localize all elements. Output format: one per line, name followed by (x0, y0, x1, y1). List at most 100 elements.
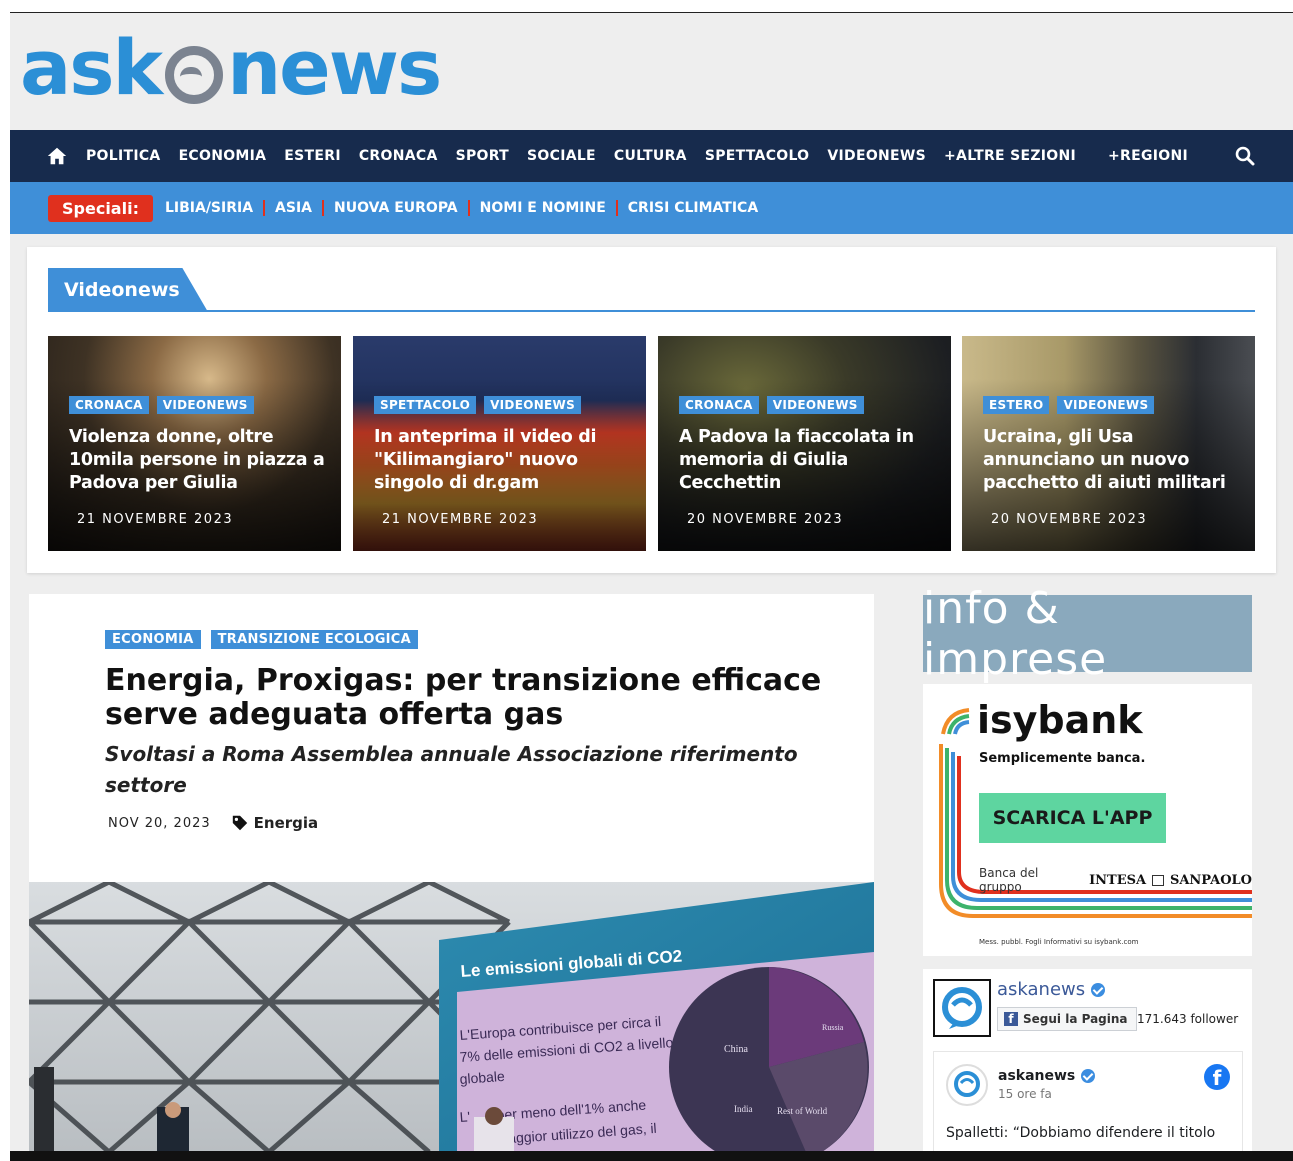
article-title[interactable]: Energia, Proxigas: per transizione effic… (105, 664, 825, 732)
video-card[interactable]: CRONACA VIDEONEWS A Padova la fiaccolata… (658, 336, 951, 551)
nav-item-politica[interactable]: POLITICA (86, 148, 161, 164)
isybank-ad[interactable]: isybank Semplicemente banca. SCARICA L'A… (923, 684, 1252, 956)
nav-item-videonews[interactable]: VIDEONEWS (827, 148, 926, 164)
video-card[interactable]: CRONACA VIDEONEWS Violenza donne, oltre … (48, 336, 341, 551)
speciali-item-crisi-climatica[interactable]: CRISI CLIMATICA (615, 200, 768, 216)
chart-label: China (724, 1044, 748, 1055)
tag-label[interactable]: VIDEONEWS (766, 396, 864, 414)
video-card[interactable]: SPETTACOLO VIDEONEWS In anteprima il vid… (353, 336, 646, 551)
facebook-page-name-text: askanews (997, 979, 1086, 1000)
article-category-label: Energia (253, 814, 319, 832)
nav-item-esteri[interactable]: ESTERI (284, 148, 341, 164)
article-image[interactable]: Le emissioni globali di CO2 L'Europa con… (29, 882, 874, 1151)
article-meta: NOV 20, 2023 Energia (108, 814, 318, 832)
video-date: 20 NOVEMBRE 2023 (687, 512, 844, 527)
download-app-button[interactable]: SCARICA L'APP (979, 793, 1166, 843)
video-card[interactable]: ESTERO VIDEONEWS Ucraina, gli Usa annunc… (962, 336, 1255, 551)
page: ask news POLITICA ECONOMIA ESTERI CRONACA… (10, 13, 1293, 1151)
video-tags: CRONACA VIDEONEWS (69, 396, 254, 414)
tag-label[interactable]: CRONACA (679, 396, 759, 414)
video-title[interactable]: Ucraina, gli Usa annunciano un nuovo pac… (983, 426, 1245, 495)
nav-item-regioni[interactable]: +REGIONI (1108, 148, 1188, 164)
isybank-group: Banca del gruppo INTESA SANPAOLO (979, 866, 1252, 894)
tag-label[interactable]: VIDEONEWS (484, 396, 582, 414)
facebook-logo-icon[interactable]: f (1204, 1064, 1230, 1090)
facebook-post[interactable]: askanews 15 ore fa f Spalletti: “Dobbiam… (933, 1051, 1243, 1151)
tag-transizione-ecologica[interactable]: TRANSIZIONE ECOLOGICA (210, 630, 419, 649)
isybank-rainbow-icon (941, 708, 970, 735)
facebook-widget: askanews f Segui la Pagina 171.643 follo… (923, 969, 1252, 1151)
main-nav: POLITICA ECONOMIA ESTERI CRONACA SPORT S… (10, 130, 1293, 182)
speciali-bar: Speciali: LIBIA/SIRIA ASIA NUOVA EUROPA … (10, 182, 1293, 234)
nav-item-sport[interactable]: SPORT (456, 148, 509, 164)
bottom-bar (10, 1151, 1293, 1161)
chart-label: Russia (822, 1023, 844, 1032)
videonews-heading[interactable]: Videonews (48, 268, 208, 312)
tag-economia[interactable]: ECONOMIA (105, 630, 201, 649)
facebook-page-name[interactable]: askanews (997, 979, 1106, 1000)
verified-badge-icon (1091, 982, 1106, 997)
follower-count: 171.643 follower (1137, 1012, 1239, 1026)
video-title[interactable]: Violenza donne, oltre 10mila persone in … (69, 426, 331, 495)
askanews-logo[interactable]: ask news (20, 21, 442, 113)
group-prefix: Banca del gruppo (979, 866, 1039, 894)
article-category[interactable]: Energia (231, 814, 319, 832)
speciali-item-nuova-europa[interactable]: NUOVA EUROPA (322, 200, 468, 216)
post-avatar-icon (954, 1071, 980, 1097)
isybank-footnote: Mess. pubbl. Fogli Informativi su isyban… (979, 938, 1139, 946)
nav-item-altre-sezioni[interactable]: +ALTRE SEZIONI (944, 148, 1076, 164)
post-author-text: askanews (998, 1068, 1076, 1084)
post-author[interactable]: askanews (998, 1068, 1096, 1084)
tag-icon (232, 815, 247, 831)
intesa-logo-text: INTESA (1089, 872, 1147, 888)
speciali-item-asia[interactable]: ASIA (263, 200, 322, 216)
follow-page-button[interactable]: f Segui la Pagina (997, 1007, 1137, 1031)
isybank-claim: Semplicemente banca. (979, 751, 1146, 766)
tag-label[interactable]: VIDEONEWS (156, 396, 254, 414)
tag-label[interactable]: VIDEONEWS (1057, 396, 1155, 414)
post-time[interactable]: 15 ore fa (998, 1087, 1052, 1101)
post-text: Spalletti: “Dobbiamo difendere il titolo (946, 1125, 1216, 1141)
follow-page-label: Segui la Pagina (1023, 1012, 1128, 1026)
video-title[interactable]: In anteprima il video di "Kilimangiaro" … (374, 426, 636, 495)
facebook-f-icon: f (1004, 1012, 1018, 1026)
askanews-avatar[interactable] (933, 979, 991, 1037)
sanpaolo-logo-text: SANPAOLO (1169, 872, 1252, 888)
video-tags: SPETTACOLO VIDEONEWS (374, 396, 582, 414)
video-tags: CRONACA VIDEONEWS (679, 396, 864, 414)
home-icon[interactable] (46, 145, 68, 167)
nav-item-spettacolo[interactable]: SPETTACOLO (705, 148, 810, 164)
intesa-mark-icon (1152, 874, 1164, 886)
article-date: NOV 20, 2023 (108, 815, 211, 831)
logo-at-icon (165, 46, 224, 104)
screen-text: globale (459, 1068, 505, 1087)
chart-label: Rest of World (777, 1106, 828, 1116)
info-imprese-banner[interactable]: info & imprese (923, 583, 1252, 685)
video-date: 21 NOVEMBRE 2023 (77, 512, 234, 527)
speciali-badge: Speciali: (48, 194, 153, 222)
logo-text-ask: ask (20, 22, 163, 112)
tag-label[interactable]: SPETTACOLO (374, 396, 477, 414)
tag-label[interactable]: CRONACA (69, 396, 149, 414)
video-title[interactable]: A Padova la fiaccolata in memoria di Giu… (679, 426, 941, 495)
main-article: ECONOMIA TRANSIZIONE ECOLOGICA Energia, … (29, 594, 874, 1151)
nav-item-economia[interactable]: ECONOMIA (179, 148, 267, 164)
video-date: 21 NOVEMBRE 2023 (382, 512, 539, 527)
nav-item-cronaca[interactable]: CRONACA (359, 148, 438, 164)
verified-badge-icon (1081, 1069, 1096, 1083)
askanews-avatar-icon (942, 987, 982, 1029)
article-subtitle: Svoltasi a Roma Assemblea annuale Associ… (105, 742, 798, 797)
speciali-item-nomi-e-nomine[interactable]: NOMI E NOMINE (467, 200, 616, 216)
speciali-item-libia-siria[interactable]: LIBIA/SIRIA (165, 200, 263, 216)
article-photo: Le emissioni globali di CO2 L'Europa con… (29, 882, 874, 1151)
logo-text-news: news (227, 22, 442, 112)
search-icon[interactable] (1235, 146, 1255, 166)
videonews-divider (48, 310, 1255, 312)
nav-item-sociale[interactable]: SOCIALE (527, 148, 596, 164)
screen-text: L' (459, 1108, 471, 1125)
nav-item-cultura[interactable]: CULTURA (614, 148, 687, 164)
videonews-panel: Videonews CRONACA VIDEONEWS Violenza don… (27, 247, 1276, 573)
isybank-logo: isybank (977, 698, 1143, 742)
tag-label[interactable]: ESTERO (983, 396, 1050, 414)
post-avatar[interactable] (946, 1064, 988, 1106)
